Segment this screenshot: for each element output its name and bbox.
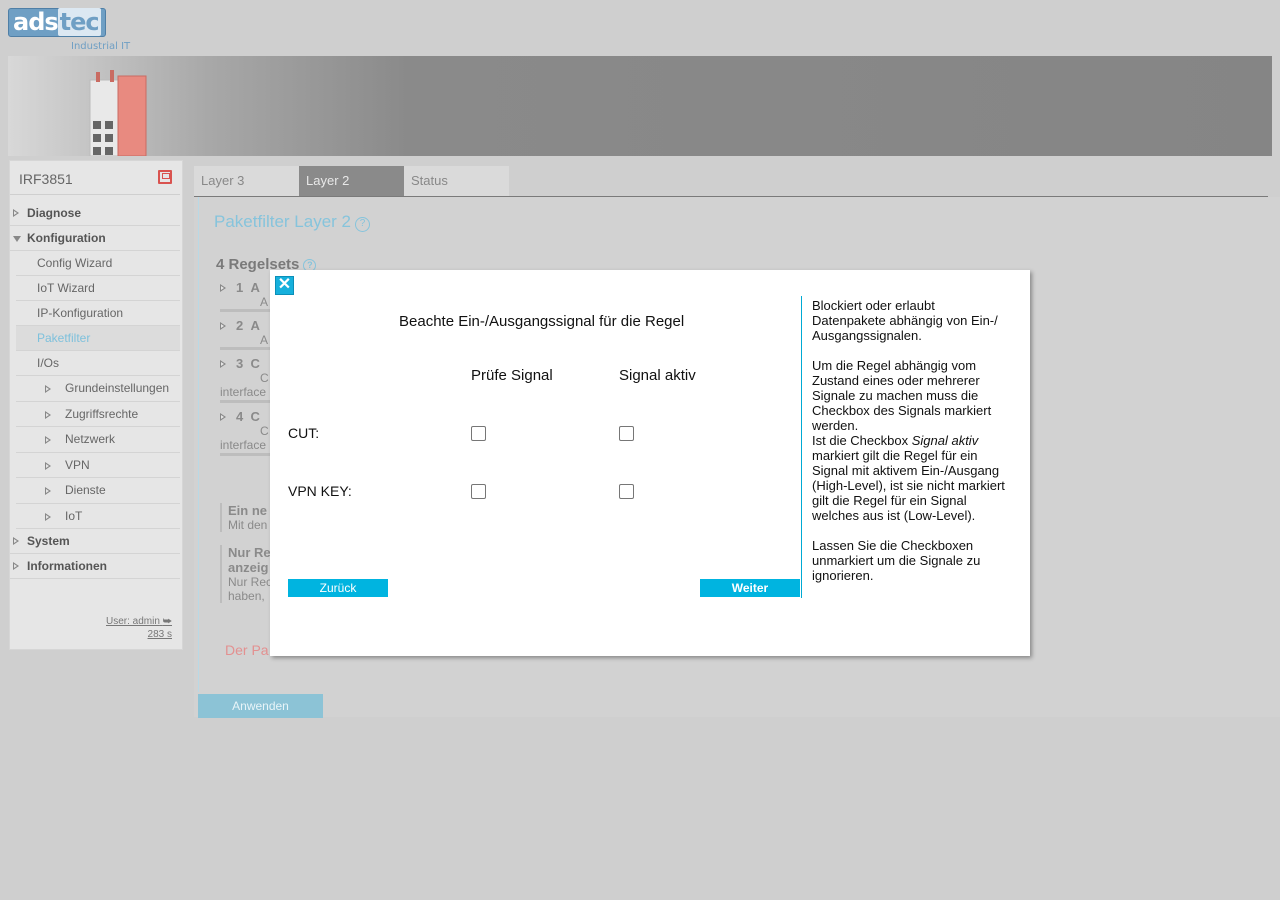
router-device-image <box>89 70 147 156</box>
help-text-part: Ist die Checkbox <box>812 433 912 448</box>
page-title: Paketfilter Layer 2? <box>214 212 371 232</box>
device-title: IRF3851 <box>10 161 180 195</box>
next-button[interactable]: Weiter <box>700 579 800 597</box>
help-icon[interactable]: ? <box>355 217 371 232</box>
sidebar-item-label: Informationen <box>27 559 107 573</box>
expand-arrow-icon <box>45 385 51 393</box>
logout-icon[interactable]: ⮩ <box>163 616 172 627</box>
help-text-signal-active: Ist die Checkbox Signal aktiv markiert g… <box>812 433 1012 523</box>
signal-label-vpn-key: VPN KEY: <box>288 483 352 499</box>
sidebar-item-paketfilter[interactable]: Paketfilter <box>16 326 180 351</box>
sidebar-item-label: IoT <box>65 508 83 523</box>
sidebar-item-iot-wizard[interactable]: IoT Wizard <box>16 276 180 301</box>
sidebar-item-label: I/Os <box>37 356 60 370</box>
sidebar-item-label: Netzwerk <box>65 432 116 446</box>
sidebar-item-label: System <box>27 534 70 548</box>
sidebar-item-netzwerk[interactable]: Netzwerk <box>16 427 180 453</box>
rule-number: 1 <box>236 280 244 295</box>
sidebar-item-label: IoT Wizard <box>37 281 95 295</box>
device-name: IRF3851 <box>19 171 73 187</box>
logo-text-accent: tec <box>57 8 101 36</box>
tab-status[interactable]: Status <box>404 166 509 196</box>
sidebar-item-ip-konfiguration[interactable]: IP-Konfiguration <box>16 301 180 326</box>
header-banner <box>8 56 1272 156</box>
rule-name: C <box>250 356 260 371</box>
logo-text-main: ads <box>13 8 59 36</box>
sidebar-item-ios[interactable]: I/Os <box>16 351 180 376</box>
content-border <box>198 197 199 692</box>
sidebar-item-konfiguration[interactable]: Konfiguration <box>10 226 180 251</box>
sidebar-item-iot[interactable]: IoT <box>16 504 180 529</box>
cut-check-checkbox[interactable] <box>471 426 486 441</box>
tab-layer-3[interactable]: Layer 3 <box>194 166 299 196</box>
sidebar-item-zugriffsrechte[interactable]: Zugriffsrechte <box>16 402 180 427</box>
vpn-key-check-checkbox[interactable] <box>471 484 486 499</box>
expand-arrow-icon <box>45 512 51 521</box>
tab-layer-2[interactable]: Layer 2 <box>299 166 404 196</box>
help-panel: Blockiert oder erlaubt Datenpakete abhän… <box>812 298 1012 598</box>
sidebar-item-label: VPN <box>65 457 90 472</box>
cut-active-checkbox[interactable] <box>619 426 634 441</box>
sidebar-item-dienste[interactable]: Dienste <box>16 478 180 504</box>
session-timer[interactable]: 283 s <box>148 629 172 640</box>
sidebar-item-label: Paketfilter <box>37 331 91 345</box>
sidebar-item-diagnose[interactable]: Diagnose <box>10 201 180 226</box>
sidebar-item-informationen[interactable]: Informationen <box>10 554 180 579</box>
back-button[interactable]: Zurück <box>288 579 388 597</box>
help-text: Blockiert oder erlaubt Datenpakete abhän… <box>812 298 998 343</box>
expand-arrow-icon <box>45 410 51 419</box>
sidebar-item-label: Grundeinstellungen <box>65 381 170 395</box>
apply-button[interactable]: Anwenden <box>198 694 323 718</box>
collapse-arrow-icon <box>13 236 21 242</box>
expand-arrow-icon <box>13 562 19 570</box>
close-icon[interactable]: ✕ <box>275 276 294 295</box>
save-icon[interactable] <box>158 170 172 184</box>
dialog-divider <box>801 296 802 598</box>
sidebar-item-label: IP-Konfiguration <box>37 306 124 320</box>
logo-tagline: Industrial IT <box>71 41 131 52</box>
rule-number: 2 <box>236 318 244 333</box>
sidebar-item-system[interactable]: System <box>10 529 180 554</box>
sidebar-item-label: Zugriffsrechte <box>65 406 139 421</box>
help-text: Lassen Sie die Checkboxen unmarkiert um … <box>812 538 981 583</box>
sidebar: IRF3851 Diagnose Konfiguration Config Wi… <box>9 160 183 650</box>
sidebar-item-config-wizard[interactable]: Config Wizard <box>16 251 180 276</box>
column-header-check: Prüfe Signal <box>471 367 553 384</box>
column-header-active: Signal aktiv <box>619 367 696 384</box>
signal-label-cut: CUT: <box>288 425 320 441</box>
expand-arrow-icon <box>45 436 51 444</box>
rule-name: A <box>250 318 260 333</box>
warning-text: Der Pa <box>225 642 269 658</box>
expand-arrow-icon <box>45 461 51 470</box>
sidebar-item-grundeinstellungen[interactable]: Grundeinstellungen <box>16 376 180 402</box>
sidebar-item-vpn[interactable]: VPN <box>16 453 180 478</box>
adstec-logo: adstec <box>8 8 106 37</box>
dialog-heading: Beachte Ein-/Ausgangssignal für die Rege… <box>399 313 685 330</box>
rule-number: 4 <box>236 409 244 424</box>
expand-arrow-icon <box>13 209 19 217</box>
sidebar-item-label: Diagnose <box>27 206 82 220</box>
user-name: User: admin <box>106 616 160 627</box>
rule-name: A <box>250 280 260 295</box>
sidebar-item-label: Config Wizard <box>37 256 113 270</box>
expand-arrow-icon <box>13 537 19 545</box>
sidebar-item-label: Dienste <box>65 483 106 497</box>
rule-name: C <box>250 409 260 424</box>
help-text-part: markiert gilt die Regel für ein Signal m… <box>812 448 1005 523</box>
sidebar-item-label: Konfiguration <box>27 231 106 245</box>
user-link[interactable]: User: admin ⮩ <box>106 616 172 627</box>
expand-arrow-icon <box>45 487 51 495</box>
rule-number: 3 <box>236 356 244 371</box>
signal-dialog: ✕ Beachte Ein-/Ausgangssignal für die Re… <box>270 270 1030 656</box>
help-text-emphasis: Signal aktiv <box>911 433 979 448</box>
page-title-text: Paketfilter Layer 2 <box>214 212 352 231</box>
help-text: Um die Regel abhängig vom Zustand eines … <box>812 358 992 433</box>
vpn-key-active-checkbox[interactable] <box>619 484 634 499</box>
